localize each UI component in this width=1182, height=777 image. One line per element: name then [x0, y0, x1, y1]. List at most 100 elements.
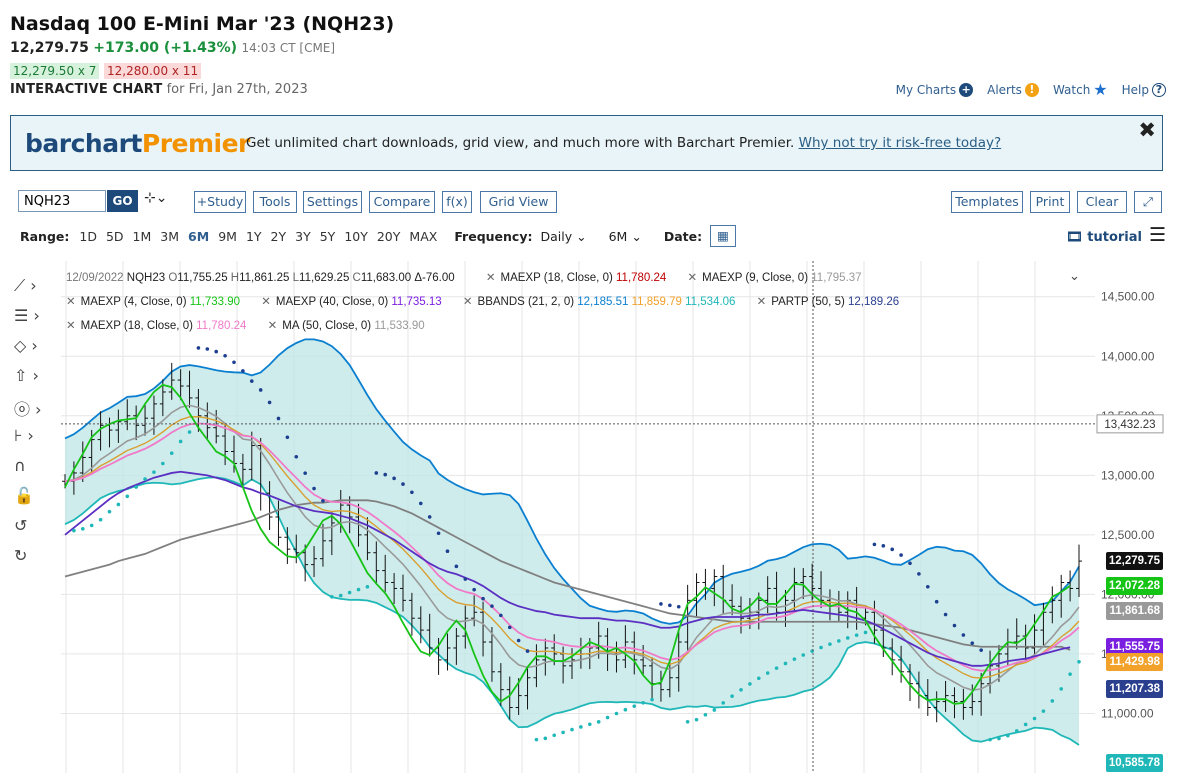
- parabolic-sar-dot: [961, 633, 966, 637]
- parabolic-sar-dot: [828, 642, 832, 646]
- parabolic-sar-dot: [659, 602, 663, 606]
- templates-button[interactable]: Templates: [951, 191, 1023, 213]
- fib-tool-icon[interactable]: ☰ ›: [14, 306, 54, 336]
- parabolic-sar-dot: [668, 603, 672, 608]
- tutorial-link[interactable]: 🎞 tutorial: [1066, 230, 1142, 245]
- parabolic-sar-dot: [943, 612, 948, 617]
- parabolic-sar-dot: [338, 593, 343, 598]
- go-button[interactable]: GO: [107, 190, 138, 212]
- parabolic-sar-dot: [1050, 699, 1055, 703]
- range-label: Range:: [20, 228, 70, 244]
- range-10y[interactable]: 10Y: [344, 229, 368, 244]
- logo-barchart: barchart: [25, 129, 142, 158]
- parabolic-sar-dot: [605, 715, 610, 720]
- clear-button[interactable]: Clear: [1077, 191, 1127, 213]
- parabolic-sar-dot: [72, 528, 76, 533]
- range-3y[interactable]: 3Y: [295, 229, 311, 244]
- remove-study-icon[interactable]: ✕: [688, 272, 698, 284]
- parabolic-sar-dot: [623, 707, 628, 712]
- alerts-label: Alerts: [987, 82, 1022, 97]
- parabolic-sar-dot: [579, 725, 583, 729]
- undo-icon[interactable]: ↺: [14, 516, 54, 546]
- parabolic-sar-dot: [801, 653, 806, 657]
- parabolic-sar-dot: [258, 388, 263, 392]
- promo-text: Get unlimited chart downloads, grid view…: [246, 135, 795, 151]
- compare-button[interactable]: Compare: [369, 191, 435, 213]
- legend-bb-upper: 12,185.51: [577, 296, 629, 308]
- chart-type-selector[interactable]: ⊹⌄: [144, 190, 167, 206]
- legend-row-2: ✕ MAEXP (4, Close, 0) 11,733.90 ✕ MAEXP (4…: [66, 294, 899, 308]
- range-1y[interactable]: 1Y: [246, 229, 262, 244]
- my-charts-link[interactable]: My Charts +: [896, 82, 974, 97]
- alerts-link[interactable]: Alerts!: [987, 82, 1039, 97]
- shape-tool-icon[interactable]: ◇ ›: [14, 336, 54, 366]
- symbol-input[interactable]: [18, 190, 106, 212]
- interactive-chart-label: INTERACTIVE CHART for Fri, Jan 27th, 202…: [10, 82, 308, 97]
- expand-icon[interactable]: ⤢: [1134, 191, 1162, 213]
- interactive-chart-date: for Fri, Jan 27th, 2023: [166, 82, 308, 97]
- redo-icon[interactable]: ↻: [14, 546, 54, 576]
- frequency-select[interactable]: Daily ⌄: [540, 229, 586, 244]
- legend-row-3: ✕ MAEXP (18, Close, 0) 11,780.24 ✕ MA (50,…: [66, 318, 425, 332]
- parabolic-sar-dot: [1041, 709, 1046, 713]
- range-2y[interactable]: 2Y: [271, 229, 287, 244]
- trendline-tool-icon[interactable]: ⟋ ›: [14, 276, 54, 306]
- legend-bb-lower: 11,534.06: [685, 296, 736, 308]
- parabolic-sar-dot: [837, 639, 841, 643]
- parabolic-sar-dot: [205, 347, 210, 351]
- magnet-icon[interactable]: ∩: [14, 456, 54, 486]
- promo-link[interactable]: Why not try it risk-free today?: [799, 135, 1002, 151]
- close-icon[interactable]: ✖: [1138, 118, 1156, 142]
- range-max[interactable]: MAX: [409, 229, 437, 244]
- range-3m[interactable]: 3M: [160, 229, 179, 244]
- price-label: 11,861.68: [1106, 601, 1163, 620]
- settings-button[interactable]: Settings: [303, 191, 362, 213]
- range-20y[interactable]: 20Y: [377, 229, 401, 244]
- print-button[interactable]: Print: [1030, 191, 1070, 213]
- range-5d[interactable]: 5D: [106, 229, 124, 244]
- remove-study-icon[interactable]: ✕: [66, 296, 76, 308]
- chart-area[interactable]: 14,500.0014,000.0013,500.0013,000.0012,5…: [57, 261, 1165, 773]
- parabolic-sar-dot: [134, 485, 138, 489]
- parabolic-sar-dot: [507, 625, 512, 630]
- parabolic-sar-dot: [330, 594, 334, 599]
- grid-view-button[interactable]: Grid View: [480, 191, 557, 213]
- parabolic-sar-dot: [98, 517, 103, 522]
- legend-open-label: O: [168, 272, 178, 284]
- lock-icon[interactable]: 🔓: [14, 486, 54, 516]
- range-9m[interactable]: 9M: [218, 229, 237, 244]
- remove-study-icon[interactable]: ✕: [261, 296, 271, 308]
- remove-study-icon[interactable]: ✕: [463, 296, 473, 308]
- range-6m[interactable]: 6M: [188, 229, 209, 244]
- remove-study-icon[interactable]: ✕: [486, 272, 496, 284]
- price-chart[interactable]: 14,500.0014,000.0013,500.0013,000.0012,5…: [57, 261, 1165, 773]
- measure-tool-icon[interactable]: ⊦ ›: [14, 426, 54, 456]
- study-button[interactable]: +Study: [194, 191, 246, 213]
- watch-link[interactable]: Watch ★: [1053, 80, 1108, 99]
- parabolic-sar-dot: [214, 349, 219, 354]
- remove-study-icon[interactable]: ✕: [757, 296, 767, 308]
- parabolic-sar-dot: [445, 549, 450, 554]
- calendar-icon[interactable]: ▦: [710, 225, 737, 247]
- range-5y[interactable]: 5Y: [320, 229, 336, 244]
- legend-ma50-value: 11,533.90: [374, 320, 425, 332]
- film-icon: 🎞: [1066, 230, 1083, 245]
- alert-icon: !: [1024, 82, 1039, 97]
- parabolic-sar-dot: [685, 720, 690, 724]
- help-link[interactable]: Help?: [1122, 82, 1166, 97]
- range-1m[interactable]: 1M: [133, 229, 152, 244]
- range-1d[interactable]: 1D: [79, 229, 97, 244]
- menu-icon[interactable]: ☰: [1149, 224, 1166, 246]
- function-button[interactable]: f(x): [442, 191, 472, 213]
- tools-button[interactable]: Tools: [253, 191, 297, 213]
- annotation-tool-icon[interactable]: ⓞ ›: [14, 396, 54, 426]
- parabolic-sar-dot: [472, 587, 476, 592]
- period-select[interactable]: 6M ⌄: [609, 229, 642, 244]
- chevron-down-icon[interactable]: ⌄: [1069, 269, 1080, 284]
- arrow-tool-icon[interactable]: ⇧ ›: [14, 366, 54, 396]
- parabolic-sar-dot: [712, 708, 717, 712]
- parabolic-sar-dot: [819, 645, 823, 650]
- parabolic-sar-dot: [1059, 687, 1064, 691]
- remove-study-icon[interactable]: ✕: [268, 320, 278, 332]
- remove-study-icon[interactable]: ✕: [66, 320, 76, 332]
